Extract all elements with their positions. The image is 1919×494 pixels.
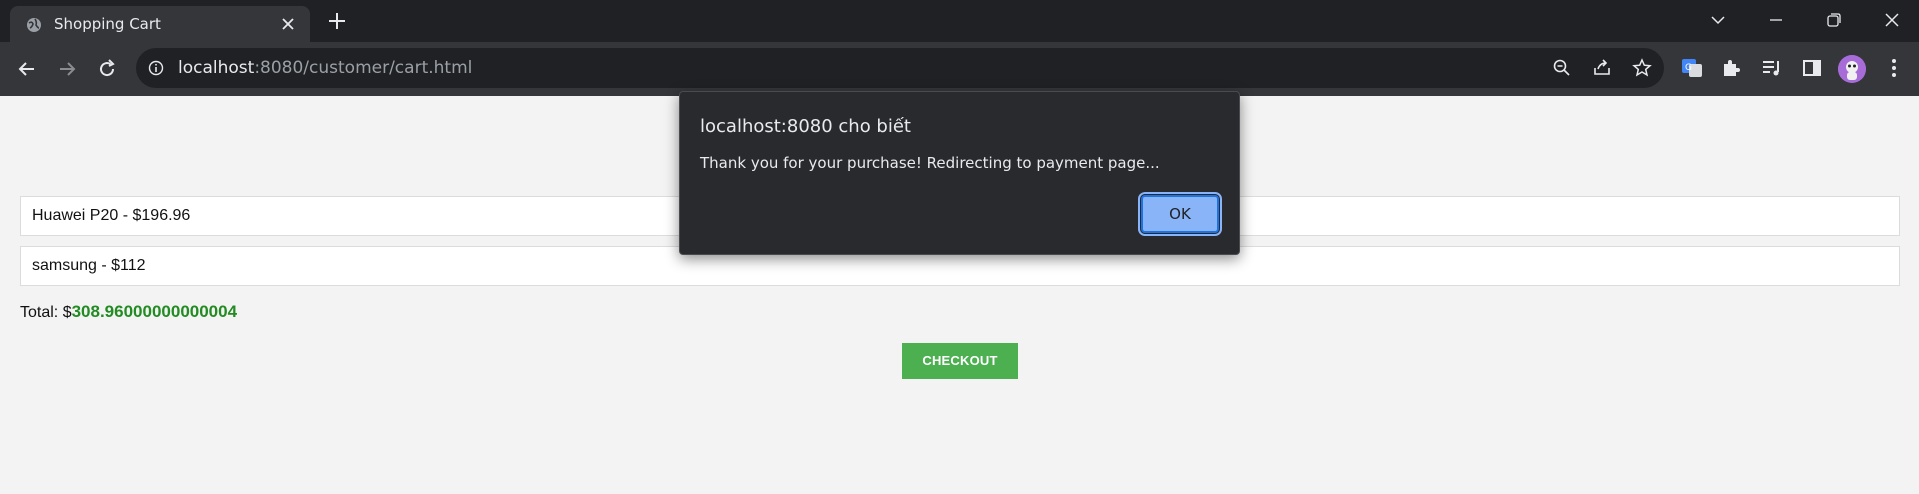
url-path: :8080/customer/cart.html	[254, 58, 473, 78]
cart-total: Total: $308.96000000000004	[20, 302, 237, 322]
info-icon[interactable]	[148, 60, 164, 76]
minimize-icon[interactable]	[1764, 8, 1788, 32]
browser-toolbar: localhost:8080/customer/cart.html G	[0, 42, 1919, 96]
restore-icon[interactable]	[1822, 8, 1846, 32]
tab-title: Shopping Cart	[54, 15, 161, 33]
browser-titlebar: Shopping Cart	[0, 0, 1919, 42]
share-icon[interactable]	[1592, 58, 1612, 78]
chevron-down-icon[interactable]	[1706, 8, 1730, 32]
svg-text:G: G	[1685, 63, 1692, 73]
avatar[interactable]	[1838, 55, 1866, 83]
puzzle-icon[interactable]	[1720, 56, 1744, 80]
translate-icon[interactable]: G	[1680, 56, 1704, 80]
playlist-icon[interactable]	[1760, 56, 1784, 80]
plus-icon[interactable]	[326, 10, 348, 32]
arrow-right-icon[interactable]	[55, 57, 79, 81]
dialog-title: localhost:8080 cho biết	[700, 116, 911, 137]
star-icon[interactable]	[1632, 58, 1652, 78]
total-amount: 308.96000000000004	[71, 302, 238, 321]
ok-button[interactable]: OK	[1138, 192, 1222, 236]
url-host: localhost	[178, 58, 255, 78]
reload-icon[interactable]	[95, 57, 119, 81]
url-text[interactable]: localhost:8080/customer/cart.html	[178, 58, 472, 78]
profile-avatar-icon	[1838, 55, 1866, 83]
arrow-left-icon[interactable]	[15, 57, 39, 81]
globe-icon	[27, 18, 41, 32]
side-panel-icon[interactable]	[1800, 56, 1824, 80]
checkout-button[interactable]: CHECKOUT	[902, 343, 1018, 379]
close-window-icon[interactable]	[1880, 8, 1904, 32]
close-icon[interactable]	[280, 16, 296, 32]
address-bar[interactable]: localhost:8080/customer/cart.html	[136, 48, 1664, 88]
zoom-out-icon[interactable]	[1552, 58, 1572, 78]
alert-dialog: localhost:8080 cho biết Thank you for yo…	[679, 91, 1240, 255]
tab-shopping-cart[interactable]: Shopping Cart	[10, 6, 310, 42]
total-label: Total: $	[20, 304, 72, 321]
kebab-menu-icon[interactable]	[1882, 56, 1906, 80]
dialog-message: Thank you for your purchase! Redirecting…	[700, 154, 1160, 172]
